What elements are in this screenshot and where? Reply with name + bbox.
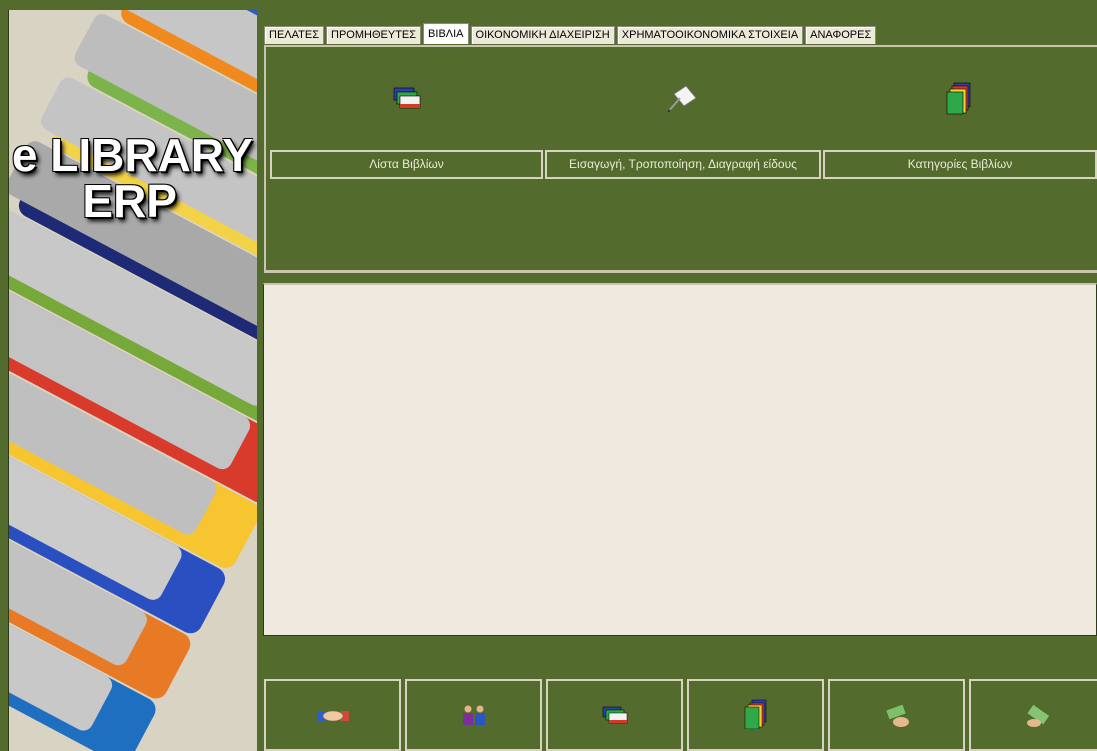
customers-shortcut-button[interactable] xyxy=(264,679,401,751)
books-illustration xyxy=(9,10,257,751)
financial-management-shortcut-button[interactable] xyxy=(687,679,824,751)
money-icon xyxy=(1026,705,1050,727)
tab-reports[interactable]: ΑΝΑΦΟΡΕΣ xyxy=(805,26,877,44)
reports-shortcut-button[interactable] xyxy=(969,679,1097,751)
edit-item-icon[interactable] xyxy=(664,80,700,116)
book-list-icon[interactable] xyxy=(388,80,424,116)
tab-suppliers[interactable]: ΠΡΟΜΗΘΕΥΤΕΣ xyxy=(326,26,422,44)
folders-icon xyxy=(744,699,766,729)
logo-line-1: e LIBRARY xyxy=(11,129,253,181)
book-list-button[interactable]: Λίστα Βιβλίων xyxy=(270,150,543,179)
book-categories-icon[interactable] xyxy=(942,80,978,116)
edit-item-button[interactable]: Εισαγωγή, Τροποποίηση, Διαγραφή είδους xyxy=(545,150,821,179)
books-shortcut-button[interactable] xyxy=(546,679,683,751)
tab-financial-data[interactable]: ΧΡΗΜΑΤΟΟΙΚΟΝΟΜΙΚΑ ΣΤΟΙΧΕΙΑ xyxy=(616,26,804,44)
bottom-toolbar xyxy=(264,679,1097,751)
app-logo: e LIBRARY ERP xyxy=(9,132,257,224)
tab-customers[interactable]: ΠΕΛΑΤΕΣ xyxy=(264,26,325,44)
books-toolbar-panel: Λίστα Βιβλίων Εισαγωγή, Τροποποίηση, Δια… xyxy=(264,45,1097,273)
book-categories-button[interactable]: Κατηγορίες Βιβλίων xyxy=(823,150,1097,179)
suppliers-shortcut-button[interactable] xyxy=(405,679,542,751)
logo-line-2: ERP xyxy=(82,175,177,227)
main-tabs: ΠΕΛΑΤΕΣ ΠΡΟΜΗΘΕΥΤΕΣ ΒΙΒΛΙΑ ΟΙΚΟΝΟΜΙΚΗ ΔΙ… xyxy=(264,23,878,45)
money-hand-icon xyxy=(884,705,909,727)
handshake-icon xyxy=(316,710,349,722)
tab-financial-management[interactable]: ΟΙΚΟΝΟΜΙΚΗ ΔΙΑΧΕΙΡΙΣΗ xyxy=(470,26,615,44)
tab-books[interactable]: ΒΙΒΛΙΑ xyxy=(423,23,469,44)
content-area xyxy=(263,283,1097,636)
library-books-banner: e LIBRARY ERP xyxy=(8,10,257,751)
people-icon xyxy=(462,705,485,725)
book-list-icon xyxy=(602,706,627,724)
financial-data-shortcut-button[interactable] xyxy=(828,679,965,751)
